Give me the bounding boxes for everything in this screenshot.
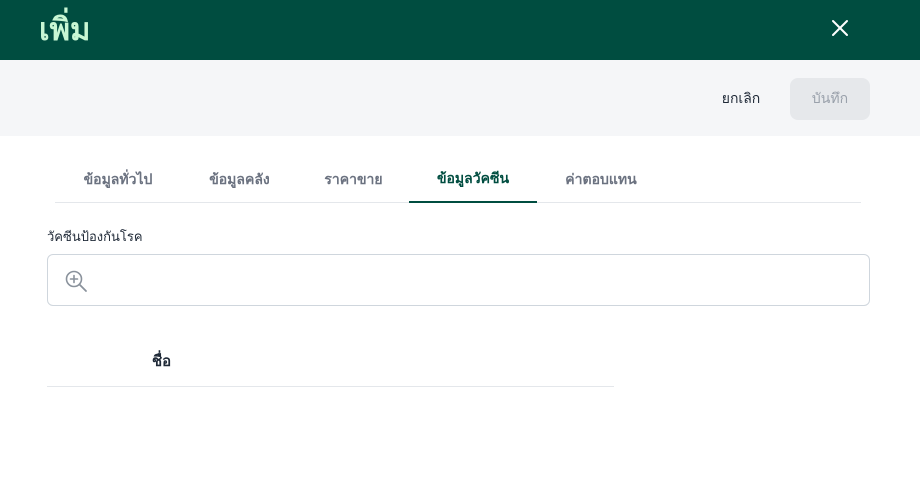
vaccine-field-label: วัคซีนป้องกันโรค — [47, 230, 143, 245]
tab-vaccine-info[interactable]: ข้อมูลวัคซีน — [409, 156, 537, 203]
column-header-name[interactable]: ชื่อ — [152, 349, 171, 373]
tab-inventory-info[interactable]: ข้อมูลคลัง — [181, 156, 298, 203]
close-button[interactable] — [826, 14, 854, 42]
zoom-in-icon — [65, 270, 87, 292]
close-icon — [832, 20, 848, 36]
save-button[interactable]: บันทึก — [790, 78, 870, 120]
cancel-button[interactable]: ยกเลิก — [702, 78, 780, 120]
dialog-title: เพิ่ม — [39, 12, 91, 48]
dialog-header: เพิ่ม — [0, 0, 920, 60]
tab-general-info[interactable]: ข้อมูลทั่วไป — [55, 156, 181, 203]
tab-compensation[interactable]: ค่าตอบแทน — [537, 156, 665, 203]
vaccine-search-input[interactable] — [98, 263, 858, 297]
tab-selling-price[interactable]: ราคาขาย — [298, 156, 409, 203]
vaccine-table: ชื่อ — [47, 334, 614, 387]
action-bar: ยกเลิก บันทึก — [0, 60, 920, 136]
vaccine-search-box[interactable] — [47, 254, 870, 306]
tab-bar: ข้อมูลทั่วไป ข้อมูลคลัง ราคาขาย ข้อมูลวั… — [55, 156, 861, 203]
